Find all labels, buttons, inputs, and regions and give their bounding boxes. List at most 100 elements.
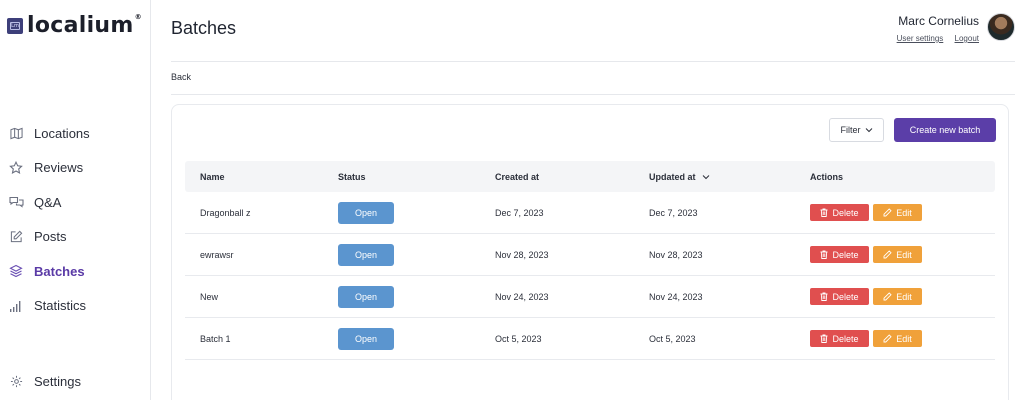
delete-label: Delete: [832, 291, 859, 302]
pencil-icon: [883, 334, 892, 343]
batches-card: Filter Create new batch Name Status Crea…: [171, 104, 1009, 400]
cell-updated: Nov 24, 2023: [649, 291, 703, 302]
sidebar-item-label: Reviews: [34, 160, 84, 176]
trash-icon: [820, 334, 828, 343]
edit-label: Edit: [896, 291, 912, 302]
column-header-actions: Actions: [810, 171, 844, 182]
sidebar-item-settings[interactable]: Settings: [0, 364, 150, 399]
batches-table: Name Status Created at Updated at Action…: [185, 161, 995, 360]
trash-icon: [820, 250, 828, 259]
delete-button[interactable]: Delete: [810, 246, 869, 263]
cell-status: Open: [338, 243, 495, 266]
cell-created: Oct 5, 2023: [495, 333, 542, 344]
cell-actions: Delete Edit: [810, 288, 995, 305]
delete-label: Delete: [832, 333, 859, 344]
sidebar-item-posts[interactable]: Posts: [0, 220, 150, 255]
chat-bubbles-icon: [8, 194, 24, 210]
back-link[interactable]: Back: [171, 72, 191, 82]
sort-down-icon: [702, 174, 710, 180]
pencil-icon: [883, 208, 892, 217]
user-settings-link[interactable]: User settings: [897, 34, 944, 43]
brand-logo[interactable]: Lm localium®: [7, 13, 142, 38]
brand-reg-mark: ®: [134, 13, 142, 21]
cell-status: Open: [338, 201, 495, 224]
cell-actions: Delete Edit: [810, 204, 995, 221]
star-icon: [8, 160, 24, 176]
column-header-status[interactable]: Status: [338, 172, 495, 182]
edit-label: Edit: [896, 207, 912, 218]
filter-button[interactable]: Filter: [829, 118, 884, 142]
edit-button[interactable]: Edit: [873, 288, 922, 305]
delete-button[interactable]: Delete: [810, 288, 869, 305]
create-batch-button[interactable]: Create new batch: [894, 118, 996, 142]
status-button[interactable]: Open: [338, 327, 394, 350]
sidebar-item-qa[interactable]: Q&A: [0, 185, 150, 220]
cell-status: Open: [338, 285, 495, 308]
cell-updated: Dec 7, 2023: [649, 207, 698, 218]
logout-link[interactable]: Logout: [955, 34, 979, 43]
trash-icon: [820, 208, 828, 217]
sidebar-item-label: Locations: [34, 125, 90, 141]
user-info: Marc Cornelius User settings Logout: [888, 13, 979, 43]
cell-name: New: [200, 291, 219, 302]
app: Lm localium® Locations Reviews Q&A Posts…: [0, 0, 1024, 400]
cell-name: ewrawsr: [200, 249, 234, 260]
table-header: Name Status Created at Updated at Action…: [185, 161, 995, 192]
avatar[interactable]: [987, 13, 1015, 41]
brand-name: localium®: [27, 13, 142, 38]
status-button[interactable]: Open: [338, 201, 394, 224]
cell-name: Batch 1: [200, 333, 231, 344]
sidebar-item-statistics[interactable]: Statistics: [0, 289, 150, 324]
sidebar-nav: Locations Reviews Q&A Posts Batches Stat…: [0, 116, 150, 323]
table-row: Batch 1 Open Oct 5, 2023 Oct 5, 2023 Del…: [185, 318, 995, 360]
sidebar-footer: Settings: [0, 364, 150, 399]
edit-label: Edit: [896, 333, 912, 344]
sidebar-item-batches[interactable]: Batches: [0, 254, 150, 289]
cell-status: Open: [338, 327, 495, 350]
cell-created: Nov 24, 2023: [495, 291, 549, 302]
page-title: Batches: [171, 18, 237, 38]
delete-button[interactable]: Delete: [810, 330, 869, 347]
column-header-label: Updated at: [649, 171, 696, 182]
cell-name: Dragonball z: [200, 207, 251, 218]
column-header-name[interactable]: Name: [185, 172, 338, 182]
back-bar: Back: [171, 62, 1015, 95]
filter-label: Filter: [840, 125, 861, 135]
pencil-icon: [883, 292, 892, 301]
table-row: Dragonball z Open Dec 7, 2023 Dec 7, 202…: [185, 192, 995, 234]
table-row: New Open Nov 24, 2023 Nov 24, 2023 Delet…: [185, 276, 995, 318]
cell-created: Dec 7, 2023: [495, 207, 544, 218]
cell-updated: Nov 28, 2023: [649, 249, 703, 260]
status-button[interactable]: Open: [338, 243, 394, 266]
gear-icon: [8, 373, 24, 389]
page-header: Batches Marc Cornelius User settings Log…: [171, 0, 1015, 62]
sidebar: Lm localium® Locations Reviews Q&A Posts…: [0, 0, 151, 400]
sidebar-item-label: Posts: [34, 229, 67, 245]
user-menu: Marc Cornelius User settings Logout: [888, 13, 1015, 43]
delete-button[interactable]: Delete: [810, 204, 869, 221]
table-row: ewrawsr Open Nov 28, 2023 Nov 28, 2023 D…: [185, 234, 995, 276]
edit-icon: [8, 229, 24, 245]
status-button[interactable]: Open: [338, 285, 394, 308]
brand-name-text: localium: [27, 13, 134, 38]
sidebar-item-label: Settings: [34, 373, 81, 389]
logo-mark-icon: Lm: [7, 17, 23, 34]
cell-updated: Oct 5, 2023: [649, 333, 696, 344]
cell-created: Nov 28, 2023: [495, 249, 549, 260]
edit-button[interactable]: Edit: [873, 204, 922, 221]
user-links: User settings Logout: [888, 34, 979, 43]
chevron-down-icon: [865, 127, 873, 133]
sidebar-item-locations[interactable]: Locations: [0, 116, 150, 151]
bar-chart-icon: [8, 298, 24, 314]
layers-icon: [8, 263, 24, 279]
edit-button[interactable]: Edit: [873, 246, 922, 263]
sidebar-item-label: Statistics: [34, 298, 87, 314]
delete-label: Delete: [832, 207, 859, 218]
sidebar-item-reviews[interactable]: Reviews: [0, 151, 150, 186]
user-name: Marc Cornelius: [898, 14, 979, 28]
column-header-updated[interactable]: Updated at: [649, 172, 810, 182]
sidebar-item-label: Q&A: [34, 194, 62, 210]
edit-button[interactable]: Edit: [873, 330, 922, 347]
pencil-icon: [883, 250, 892, 259]
column-header-created[interactable]: Created at: [495, 172, 649, 182]
